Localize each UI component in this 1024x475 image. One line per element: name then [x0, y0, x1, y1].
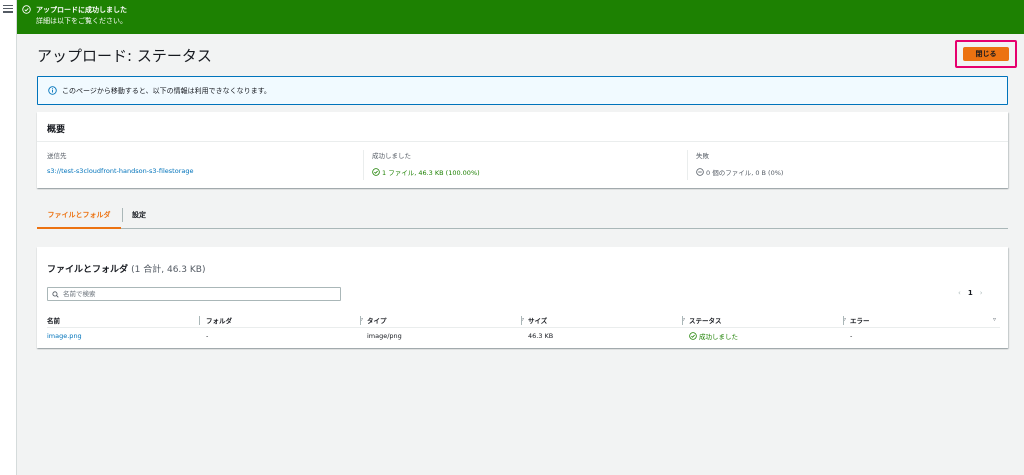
file-folder: - — [206, 332, 209, 341]
minus-circle-icon — [696, 168, 704, 176]
column-folder-label: フォルダ — [206, 316, 232, 325]
success-label: 成功しました — [372, 152, 411, 160]
files-table: 名前 フォルダ ▿ タイプ ▿ サイズ ▿ ステータス ▿ エラー ▿ image.png… — [47, 313, 1000, 345]
column-header-type[interactable]: タイプ ▿ — [360, 313, 528, 328]
check-circle-icon — [372, 168, 380, 176]
page-number[interactable]: 1 — [968, 289, 973, 297]
column-type-label: タイプ — [367, 316, 387, 325]
info-alert: このページから移動すると、以下の情報は利用できなくなります。 — [37, 76, 1008, 105]
file-type: image/png — [367, 332, 402, 341]
success-column: 成功しました 1 ファイル, 46.3 KB (100.00%) — [363, 150, 480, 180]
file-name-link[interactable]: image.png — [47, 332, 82, 340]
search-box — [47, 287, 341, 301]
flash-title: アップロードに成功しました — [36, 6, 127, 14]
file-status-cell: 成功しました — [689, 327, 850, 345]
info-text: このページから移動すると、以下の情報は利用できなくなります。 — [62, 87, 271, 95]
close-button-highlight: 閉じる — [955, 40, 1017, 68]
check-circle-icon — [689, 332, 697, 341]
search-input[interactable] — [63, 289, 333, 299]
menu-icon[interactable] — [3, 5, 13, 13]
failed-column: 失敗 0 個のファイル, 0 B (0%) — [687, 150, 783, 180]
files-title-text: ファイルとフォルダ — [47, 265, 129, 275]
file-status: 成功しました — [699, 333, 738, 342]
success-flashbar: アップロードに成功しました 詳細は以下をご覧ください。 — [17, 0, 1024, 34]
destination-column: 送信先 s3://test-s3cloudfront-handson-s3-fi… — [47, 150, 194, 175]
column-status-label: ステータス — [689, 316, 722, 325]
success-value: 1 ファイル, 46.3 KB (100.00%) — [382, 169, 480, 177]
tab-settings[interactable]: 設定 — [127, 205, 146, 229]
column-error-label: エラー — [850, 316, 870, 325]
column-header-size[interactable]: サイズ ▿ — [521, 313, 689, 328]
files-title: ファイルとフォルダ (1 合計, 46.3 KB) — [47, 262, 205, 275]
file-size: 46.3 KB — [528, 332, 554, 341]
files-panel: ファイルとフォルダ (1 合計, 46.3 KB) ‹ 1 › 名前 フォルダ▿… — [37, 247, 1008, 348]
search-icon — [52, 291, 59, 298]
chevron-right-icon[interactable]: › — [980, 289, 983, 297]
destination-link[interactable]: s3://test-s3cloudfront-handson-s3-filest… — [47, 167, 194, 175]
failed-label: 失敗 — [696, 152, 709, 160]
failed-value: 0 個のファイル, 0 B (0%) — [706, 169, 784, 177]
close-button[interactable]: 閉じる — [963, 47, 1009, 61]
chevron-left-icon[interactable]: ‹ — [958, 289, 961, 297]
tab-files-folders[interactable]: ファイルとフォルダ — [37, 205, 121, 229]
table-row: image.png - image/png 46.3 KB 成功しました - — [47, 327, 1000, 345]
check-circle-icon — [22, 5, 31, 14]
tab-divider — [122, 208, 123, 222]
tabs: ファイルとフォルダ 設定 — [37, 205, 1008, 229]
column-header-folder[interactable]: フォルダ ▿ — [199, 313, 367, 328]
summary-panel: 概要 送信先 s3://test-s3cloudfront-handson-s3… — [37, 112, 1008, 188]
files-count: (1 合計, 46.3 KB) — [131, 265, 206, 275]
table-header-row: 名前 フォルダ ▿ タイプ ▿ サイズ ▿ ステータス ▿ エラー ▿ — [47, 313, 1000, 328]
sort-icon: ▿ — [992, 316, 996, 323]
pagination: ‹ 1 › — [958, 289, 983, 297]
info-icon — [48, 86, 57, 95]
column-header-error[interactable]: エラー ▿ — [843, 313, 1000, 328]
flash-message: 詳細は以下をご覧ください。 — [36, 17, 127, 25]
column-header-status[interactable]: ステータス ▿ — [682, 313, 850, 328]
file-error: - — [850, 332, 853, 341]
side-nav-rail — [0, 0, 17, 475]
column-header-name[interactable]: 名前 — [47, 313, 206, 328]
column-size-label: サイズ — [528, 316, 548, 325]
summary-title: 概要 — [47, 125, 66, 135]
column-name-label: 名前 — [47, 316, 60, 325]
destination-label: 送信先 — [47, 152, 67, 160]
page-title: アップロード: ステータス — [37, 47, 212, 65]
